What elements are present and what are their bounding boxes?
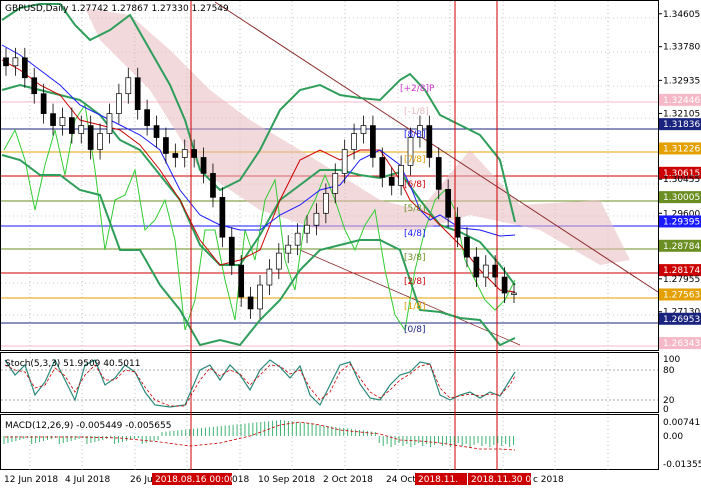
y-tick-label: 1.31836: [663, 120, 700, 130]
symbol-title: GBPUSD,Daily 1.27742 1.27867 1.27330 1.2…: [5, 4, 229, 14]
price-axis[interactable]: 1.34605 1.33780 1.32935 1.32446 1.321051.318…: [658, 10, 701, 350]
candle-body: [87, 125, 94, 150]
candle-body: [200, 157, 207, 174]
candle-body: [445, 189, 451, 218]
murrey-label-extra: [-1/8]: [404, 107, 429, 117]
candle-body: [97, 133, 103, 150]
candle-body: [379, 157, 386, 178]
stoch-level-100: 100: [663, 355, 680, 365]
x-tick: 10 Sep 2018: [258, 475, 315, 485]
candle-body: [426, 125, 433, 158]
candle-body: [360, 125, 367, 134]
candle-body: [144, 109, 150, 126]
candle-body: [266, 268, 273, 286]
x-tick: 2018.08.16 00:00: [155, 475, 236, 485]
candle-body: [3, 57, 9, 67]
murrey-label: [0/8]: [404, 325, 426, 335]
x-tick: 24 Oct: [386, 475, 416, 485]
murrey-label: [1/8]: [404, 302, 426, 312]
time-axis[interactable]: 12 Jun 2018 4 Jul 2018 26 Jul 2018 2018.…: [4, 473, 564, 485]
y-tick-label: 1.30455: [663, 175, 700, 185]
x-tick: c 2018: [533, 475, 564, 485]
candle-body: [473, 256, 480, 278]
y-tick-label: 1.33780: [663, 43, 700, 53]
candle-body: [275, 252, 282, 270]
candle-body: [313, 212, 320, 226]
candle-body: [21, 57, 28, 79]
candle-body: [191, 149, 197, 158]
candle-body: [482, 264, 489, 278]
candle-body: [341, 149, 348, 174]
y-tick-label: 1.29395: [663, 217, 700, 227]
x-tick: 4 Jul 2018: [65, 475, 110, 485]
candle-body: [304, 224, 310, 234]
candle-body: [294, 232, 301, 246]
x-tick: 12 Jun 2018: [4, 475, 58, 485]
candle-body: [153, 125, 160, 138]
murrey-label: [8/8]: [404, 130, 426, 140]
stoch-level-0: 0: [663, 405, 669, 415]
x-tick: 2 Oct 2018: [323, 475, 373, 485]
candle-body: [59, 117, 66, 126]
murrey-label: [4/8]: [404, 229, 426, 239]
candle-body: [210, 173, 216, 198]
candle-body: [78, 125, 85, 134]
candle-body: [238, 264, 245, 298]
candle-body: [125, 77, 132, 95]
candle-body: [163, 137, 169, 154]
candle-body: [219, 196, 226, 238]
candle-body: [351, 133, 357, 150]
candle-body: [50, 113, 56, 126]
y-tick-label: 1.31226: [663, 144, 700, 154]
macd-level-bottom: -0.01355: [663, 460, 701, 470]
candle-body: [388, 177, 395, 186]
y-tick-label: 1.32105: [663, 109, 700, 119]
candle-body: [323, 192, 329, 214]
x-tick-suffix: 018: [232, 475, 249, 485]
candle-body: [134, 77, 141, 110]
y-tick-label: 1.32446: [663, 96, 700, 106]
y-tick-label: 1.26343: [663, 339, 700, 349]
candle-body: [332, 173, 339, 194]
macd-level-top: 0.007415: [663, 418, 701, 428]
candle-body: [435, 157, 442, 190]
y-tick-label: 1.34605: [663, 10, 700, 20]
candle-body: [257, 284, 263, 310]
candle-body: [454, 216, 461, 238]
candle-body: [106, 113, 113, 134]
candle-body: [285, 244, 292, 254]
candle-body: [172, 153, 179, 158]
y-tick-label: 1.27563: [663, 290, 700, 300]
candle-body: [40, 93, 47, 114]
candle-body: [398, 165, 404, 186]
candle-body: [69, 117, 75, 134]
murrey-label: [5/8]: [404, 204, 426, 214]
y-tick-label: 1.30005: [663, 193, 700, 203]
candle-body: [12, 57, 19, 67]
murrey-label: [6/8]: [404, 180, 426, 190]
y-tick-label: 1.26953: [663, 315, 700, 325]
macd-level-zero: 0.00: [663, 432, 683, 442]
x-tick: 2018.11.: [418, 475, 458, 485]
candle-body: [370, 125, 376, 158]
y-tick-label: 1.28784: [663, 242, 700, 252]
murrey-label: [7/8]: [404, 155, 426, 165]
y-tick-label: 1.27955: [663, 275, 700, 285]
murrey-label: [3/8]: [404, 253, 426, 263]
candle-body: [501, 276, 508, 294]
candle-body: [31, 77, 38, 95]
candle-body: [181, 149, 188, 158]
stoch-level-80: 80: [663, 366, 675, 376]
murrey-label: [2/8]: [404, 277, 426, 287]
candle-body: [464, 236, 470, 258]
candle-body: [247, 296, 254, 310]
y-tick-label: 1.32935: [663, 76, 700, 86]
stoch-label: Stoch(5,3,3) 51.9509 40.5011: [5, 359, 140, 369]
murrey-label: [+2/8]P: [400, 84, 435, 94]
candle-body: [511, 292, 517, 295]
macd-label: MACD(12,26,9) -0.005449 -0.005655: [5, 421, 171, 431]
candle-body: [228, 236, 235, 266]
candle-body: [116, 93, 122, 114]
price-chart[interactable]: [+2/8]P [8/8] [7/8] [6/8] [5/8] [4/8] [3…: [0, 0, 701, 491]
